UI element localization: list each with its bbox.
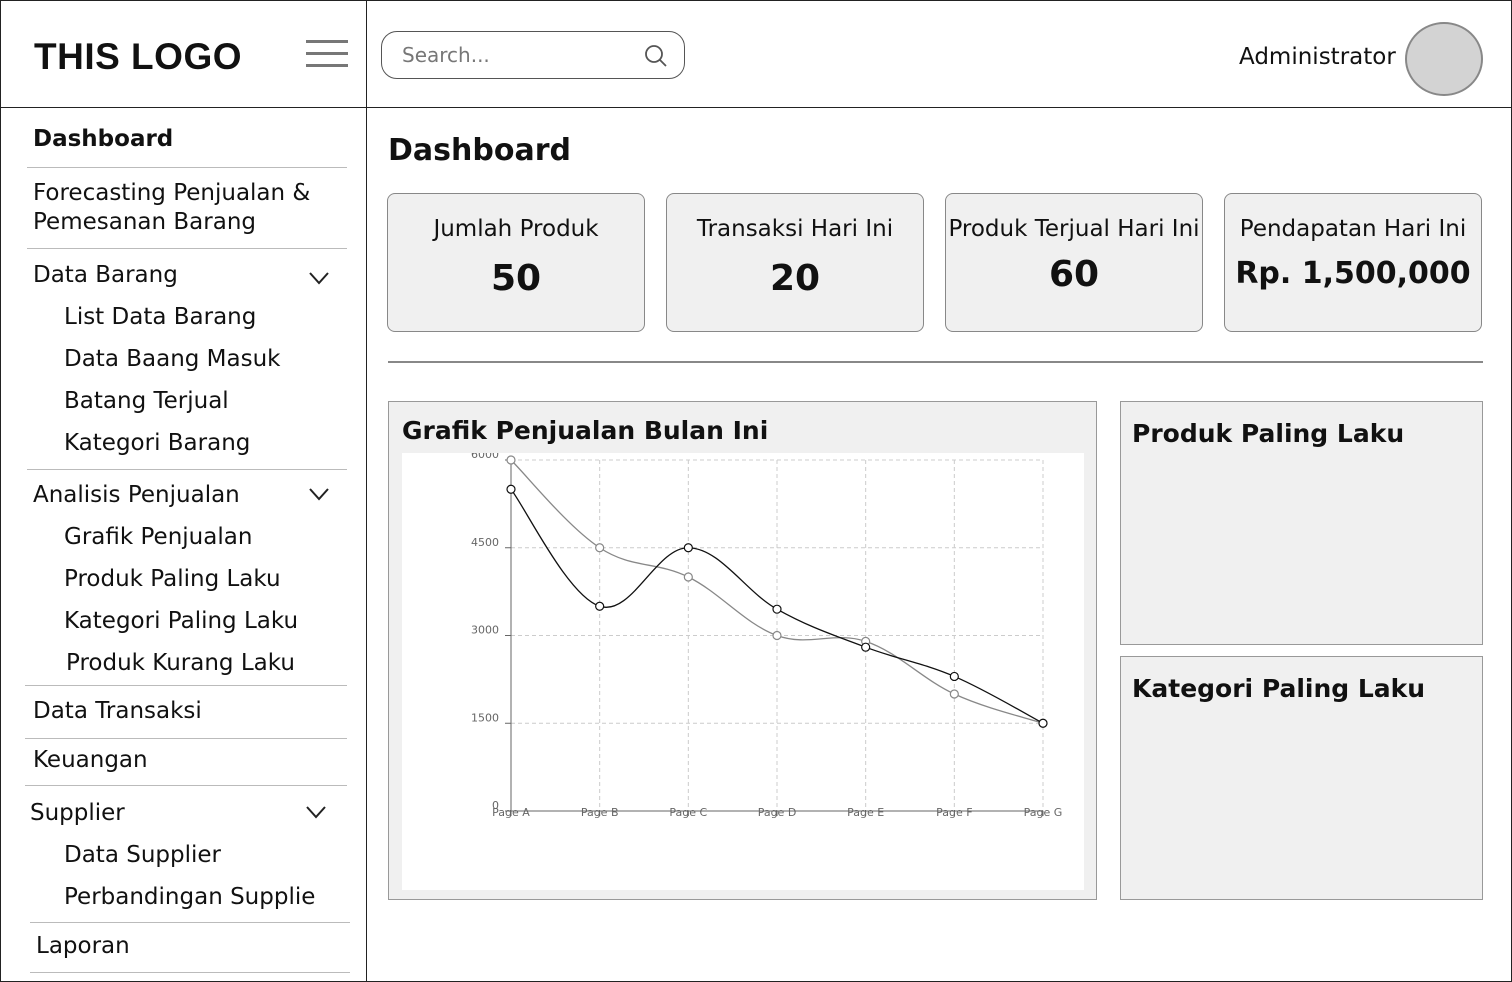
stat-card-produk-terjual: Produk Terjual Hari Ini 60 [945, 193, 1203, 332]
sidebar-item-data-transaksi[interactable]: Data Transaksi [33, 698, 202, 724]
produk-paling-laku-title: Produk Paling Laku [1132, 419, 1405, 448]
avatar[interactable] [1405, 22, 1483, 96]
x-tick-label: Page D [758, 806, 797, 819]
search-box [381, 31, 685, 79]
sidebar-item-forecasting-line2[interactable]: Pemesanan Barang [33, 209, 256, 235]
top-bar: Administrator [367, 0, 1512, 108]
series-2-point [683, 572, 693, 582]
stat-card-label: Pendapatan Hari Ini [1239, 216, 1467, 242]
chevron-down-icon[interactable] [305, 805, 327, 819]
sidebar-item-laporan[interactable]: Laporan [36, 933, 130, 959]
series-1-point [506, 484, 516, 494]
stat-card-transaksi-hari-ini: Transaksi Hari Ini 20 [666, 193, 924, 332]
stat-card-jumlah-produk: Jumlah Produk 50 [387, 193, 645, 332]
sidebar-subitem-data-barang-masuk[interactable]: Data Baang Masuk [64, 346, 281, 372]
x-tick-label: Page C [669, 806, 707, 819]
sidebar-divider [27, 469, 347, 470]
y-tick-label: 6000 [471, 453, 499, 461]
x-tick-label: Page G [1024, 806, 1063, 819]
logo-area: THIS LOGO [0, 0, 367, 108]
page-title: Dashboard [388, 133, 571, 168]
kategori-paling-laku-title: Kategori Paling Laku [1132, 674, 1426, 703]
x-tick-label: Page B [581, 806, 619, 819]
sidebar-subitem-kategori-paling-laku[interactable]: Kategori Paling Laku [64, 608, 298, 634]
search-icon[interactable] [644, 44, 668, 68]
y-tick-label: 1500 [471, 711, 499, 724]
chart-panel-title: Grafik Penjualan Bulan Ini [402, 416, 769, 445]
series-1-point [772, 604, 782, 614]
sidebar: THIS LOGO Dashboard Forecasting Penjuala… [0, 0, 367, 982]
hamburger-menu-icon[interactable] [306, 40, 348, 68]
logo: THIS LOGO [34, 36, 242, 77]
sidebar-subitem-kategori-barang[interactable]: Kategori Barang [64, 430, 250, 456]
sidebar-subitem-barang-terjual[interactable]: Batang Terjual [64, 388, 229, 414]
y-tick-label: 3000 [471, 624, 499, 637]
search-input[interactable] [402, 41, 632, 69]
series-line-2 [510, 459, 1044, 724]
sidebar-divider [25, 685, 347, 686]
sidebar-subitem-data-supplier[interactable]: Data Supplier [64, 842, 221, 868]
sidebar-divider [25, 785, 347, 786]
sidebar-item-supplier[interactable]: Supplier [30, 800, 125, 826]
stat-card-label: Transaksi Hari Ini [696, 216, 894, 242]
section-divider [388, 361, 1483, 363]
sidebar-item-analisis-penjualan[interactable]: Analisis Penjualan [33, 482, 240, 508]
series-2-point [506, 455, 516, 465]
sidebar-item-forecasting[interactable]: Forecasting Penjualan & [33, 180, 310, 206]
sidebar-subitem-produk-kurang-laku[interactable]: Produk Kurang Laku [66, 650, 295, 676]
stat-card-pendapatan: Pendapatan Hari Ini Rp. 1,500,000 [1224, 193, 1482, 332]
sidebar-item-dashboard[interactable]: Dashboard [33, 126, 173, 152]
stat-card-value: Rp. 1,500,000 [1235, 256, 1471, 291]
sidebar-divider [25, 738, 347, 739]
sidebar-item-data-barang[interactable]: Data Barang [33, 262, 178, 288]
sidebar-divider [30, 972, 350, 973]
sidebar-subitem-grafik-penjualan[interactable]: Grafik Penjualan [64, 524, 252, 550]
y-tick-label: 4500 [471, 536, 499, 549]
sidebar-divider [27, 248, 347, 249]
x-tick-label: Page F [936, 806, 972, 819]
chevron-down-icon[interactable] [308, 271, 330, 285]
sidebar-divider [30, 922, 350, 923]
x-tick-label: Page E [847, 806, 884, 819]
sidebar-subitem-perbandingan-supplier[interactable]: Perbandingan Supplie [64, 884, 315, 910]
series-2-point [595, 543, 605, 553]
sidebar-subitem-list-data-barang[interactable]: List Data Barang [64, 304, 256, 330]
chevron-down-icon[interactable] [308, 487, 330, 501]
chart-area: 0 1500 3000 4500 6000 Page A Page B Page C Page … [402, 453, 1084, 890]
stat-card-value: 50 [490, 258, 542, 299]
stat-card-value: 60 [1048, 254, 1100, 295]
series-1-point [1038, 718, 1048, 728]
user-name: Administrator [1239, 44, 1396, 70]
stat-card-label: Jumlah Produk [433, 216, 599, 242]
stat-card-label: Produk Terjual Hari Ini [948, 216, 1200, 242]
sidebar-subitem-produk-paling-laku[interactable]: Produk Paling Laku [64, 566, 281, 592]
sidebar-divider [27, 167, 347, 168]
stat-card-value: 20 [769, 258, 821, 299]
series-2-point [949, 689, 959, 699]
series-2-point [772, 630, 782, 641]
series-1-point [949, 671, 959, 682]
series-1-point [595, 601, 605, 611]
sidebar-item-keuangan[interactable]: Keuangan [33, 747, 148, 773]
series-1-point [861, 642, 871, 652]
series-1-point [683, 543, 693, 553]
sales-line-chart: 01500300045006000Page A Page B Page C Page … [471, 453, 1063, 819]
